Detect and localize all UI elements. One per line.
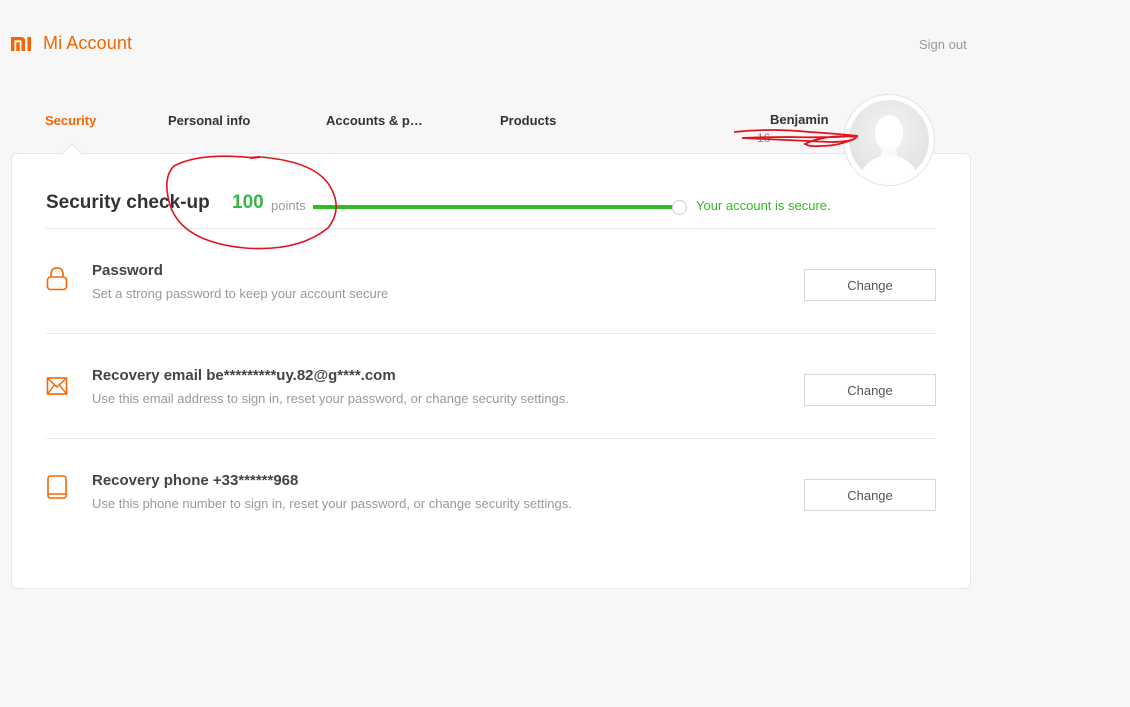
security-card: Security check-up 100 points Your accoun… bbox=[11, 153, 971, 589]
progress-knob bbox=[672, 200, 687, 215]
brand[interactable]: Mi Account bbox=[11, 33, 132, 54]
tab-personal-info[interactable]: Personal info bbox=[168, 113, 250, 128]
tab-security[interactable]: Security bbox=[45, 113, 96, 128]
item-description: Set a strong password to keep your accou… bbox=[92, 286, 389, 301]
checkup-score: 100 bbox=[232, 192, 264, 213]
sign-out-link[interactable]: Sign out bbox=[919, 37, 967, 52]
security-item-recovery-phone: Recovery phone +33******968 Use this pho… bbox=[46, 439, 936, 544]
change-password-button[interactable]: Change bbox=[804, 269, 936, 301]
item-description: Use this phone number to sign in, reset … bbox=[92, 496, 572, 511]
item-title: Password bbox=[92, 262, 163, 279]
brand-title: Mi Account bbox=[43, 33, 133, 53]
mi-logo-icon bbox=[11, 36, 31, 51]
user-name: Benjamin bbox=[770, 112, 829, 127]
change-recovery-email-button[interactable]: Change bbox=[804, 374, 936, 406]
user-id: 16 bbox=[757, 131, 771, 145]
default-avatar-icon bbox=[849, 100, 929, 180]
tab-accounts[interactable]: Accounts & p… bbox=[326, 113, 423, 128]
item-title: Recovery phone +33******968 bbox=[92, 472, 299, 489]
phone-icon bbox=[47, 475, 67, 499]
page: Mi Account Sign out Security Personal in… bbox=[0, 0, 1130, 707]
active-tab-pointer bbox=[62, 143, 82, 154]
avatar[interactable] bbox=[843, 94, 935, 186]
envelope-icon bbox=[46, 377, 68, 395]
item-description: Use this email address to sign in, reset… bbox=[92, 391, 569, 406]
security-status: Your account is secure. bbox=[696, 198, 831, 213]
lock-icon bbox=[46, 267, 68, 291]
tab-products[interactable]: Products bbox=[500, 113, 556, 128]
checkup-title: Security check-up bbox=[46, 192, 210, 213]
security-progress-fill bbox=[313, 205, 681, 209]
item-title: Recovery email be*********uy.82@g****.co… bbox=[92, 367, 396, 384]
security-item-password: Password Set a strong password to keep y… bbox=[46, 229, 936, 334]
security-progress-bar bbox=[313, 205, 681, 209]
change-recovery-phone-button[interactable]: Change bbox=[804, 479, 936, 511]
security-item-recovery-email: Recovery email be*********uy.82@g****.co… bbox=[46, 334, 936, 439]
checkup-points-label: points bbox=[271, 198, 306, 213]
